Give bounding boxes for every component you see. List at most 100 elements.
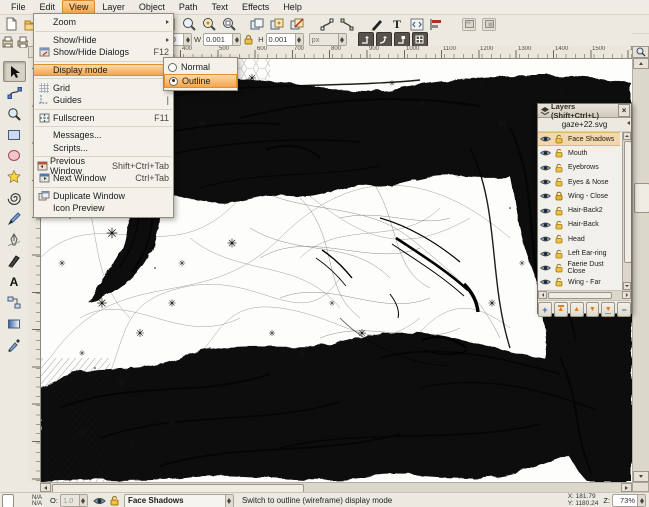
- unit-select[interactable]: px: [309, 33, 347, 46]
- menu-text[interactable]: Text: [204, 0, 235, 15]
- save-button[interactable]: [1, 35, 14, 50]
- h-field[interactable]: 0.001: [266, 33, 304, 46]
- zoom-drawing-button[interactable]: [200, 16, 218, 32]
- tool-rectangle[interactable]: [3, 124, 26, 145]
- tool-zoom[interactable]: [3, 103, 26, 124]
- scroll-left-button[interactable]: [40, 483, 51, 492]
- layer-row-face-shadows[interactable]: Face Shadows: [538, 132, 620, 146]
- lock-open-icon[interactable]: [553, 277, 564, 287]
- menu-item-duplicate-window[interactable]: Duplicate Window: [34, 190, 173, 203]
- submenu-item-normal[interactable]: Normal: [164, 60, 237, 74]
- scroll-down-button[interactable]: [633, 471, 649, 482]
- delete-layer-button[interactable]: −: [617, 302, 631, 317]
- lock-open-icon[interactable]: [553, 163, 564, 173]
- menu-item-zoom[interactable]: Zoom: [34, 16, 173, 29]
- visibility-eye-icon[interactable]: [540, 207, 551, 215]
- menu-item-grid[interactable]: Grid#: [34, 81, 173, 94]
- scroll-up-button[interactable]: [633, 58, 649, 69]
- menu-item-messages[interactable]: Messages...: [34, 129, 173, 142]
- layer-row-eyebrows[interactable]: Eyebrows: [538, 161, 622, 175]
- affect-corners-toggle[interactable]: [376, 32, 392, 47]
- menu-item-icon-preview[interactable]: Icon Preview: [34, 202, 173, 215]
- visibility-eye-icon[interactable]: [540, 278, 551, 286]
- raise-layer-button[interactable]: ▲: [570, 302, 584, 317]
- menu-item-display-mode[interactable]: Display mode: [34, 64, 173, 77]
- layers-scroll-thumb[interactable]: [624, 141, 631, 263]
- visibility-eye-icon[interactable]: [540, 135, 551, 143]
- menu-item-fullscreen[interactable]: FullscreenF11: [34, 112, 173, 125]
- menu-item-show-hide-dialogs[interactable]: Show/Hide DialogsF12: [34, 46, 173, 59]
- w-field[interactable]: 0.001: [203, 33, 241, 46]
- style-swatch[interactable]: [2, 494, 14, 507]
- menu-help[interactable]: Help: [276, 0, 309, 15]
- layers-horizontal-scrollbar[interactable]: [538, 291, 631, 301]
- raise-layer-to-top-button[interactable]: ▲: [554, 302, 568, 317]
- layer-row-left-ear-ring[interactable]: Left Ear-ring: [538, 246, 622, 260]
- menu-item-guides[interactable]: Guides|: [34, 94, 173, 107]
- layer-row-hair-back2[interactable]: Hair-Back2: [538, 203, 622, 217]
- tool-star[interactable]: [3, 166, 26, 187]
- tool-ellipse[interactable]: [3, 145, 26, 166]
- lock-open-icon[interactable]: [553, 177, 564, 187]
- tool-text[interactable]: A: [3, 271, 26, 292]
- dialog-button-1[interactable]: [462, 18, 476, 31]
- lock-ratio-icon[interactable]: [243, 34, 254, 45]
- lock-open-icon[interactable]: [553, 134, 564, 144]
- visibility-eye-icon[interactable]: [540, 235, 551, 243]
- layer-row-hair-back[interactable]: Hair-Back: [538, 218, 622, 232]
- layers-hscroll-left[interactable]: [538, 291, 547, 299]
- panel-collapse-icon[interactable]: [627, 121, 630, 125]
- visibility-eye-icon[interactable]: [540, 164, 551, 172]
- dialog-button-2[interactable]: [482, 18, 496, 31]
- layer-row-wing-far[interactable]: Wing - Far: [538, 275, 622, 289]
- align-dialog-button[interactable]: [428, 16, 446, 32]
- scroll-right-button[interactable]: [621, 483, 632, 492]
- tool-selector[interactable]: [3, 61, 26, 82]
- layer-row-faerie-dust-close[interactable]: Faerie Dust Close: [538, 261, 622, 275]
- current-layer-select[interactable]: Face Shadows: [124, 494, 234, 507]
- layer-row-wing-close[interactable]: Wing - Close: [538, 189, 622, 203]
- layers-panel-titlebar[interactable]: Layers (Shift+Ctrl+L) ×: [538, 104, 631, 118]
- lock-open-icon[interactable]: [553, 249, 564, 259]
- close-icon[interactable]: ×: [618, 104, 630, 117]
- visibility-eye-icon[interactable]: [540, 192, 551, 200]
- layers-hscroll-thumb[interactable]: [548, 292, 612, 299]
- new-layer-button[interactable]: +: [538, 302, 552, 317]
- layer-row-mouth[interactable]: Mouth: [538, 146, 622, 160]
- fill-stroke-dialog-button[interactable]: [368, 16, 386, 32]
- menu-item-show-hide[interactable]: Show/Hide: [34, 34, 173, 47]
- tool-dropper[interactable]: [3, 334, 26, 355]
- xml-editor-button[interactable]: [408, 16, 426, 32]
- new-document-button[interactable]: [2, 16, 20, 32]
- submenu-item-outline[interactable]: Outline: [164, 74, 237, 88]
- horizontal-scrollbar[interactable]: [40, 482, 632, 492]
- menu-item-scripts[interactable]: Scripts...: [34, 142, 173, 155]
- layers-scroll-up[interactable]: [623, 132, 631, 140]
- layer-row-head[interactable]: Head: [538, 232, 622, 246]
- menu-item-previous-window[interactable]: Previous WindowShift+Ctrl+Tab: [34, 159, 173, 172]
- menu-path[interactable]: Path: [172, 0, 205, 15]
- visibility-eye-icon[interactable]: [540, 221, 551, 229]
- tool-pencil[interactable]: [3, 208, 26, 229]
- menu-item-next-window[interactable]: Next WindowCtrl+Tab: [34, 172, 173, 185]
- layer-lock-icon[interactable]: [109, 495, 120, 506]
- lock-open-icon[interactable]: [553, 148, 564, 158]
- lock-open-icon[interactable]: [553, 206, 564, 216]
- layers-scroll-down[interactable]: [623, 282, 631, 290]
- lock-open-icon[interactable]: [553, 234, 564, 244]
- affect-gradient-toggle[interactable]: [394, 32, 410, 47]
- visibility-eye-icon[interactable]: [540, 250, 551, 258]
- lock-open-icon[interactable]: [553, 220, 564, 230]
- zoom-corner-button[interactable]: [632, 46, 649, 58]
- export-button[interactable]: [338, 16, 356, 32]
- zoom-field[interactable]: 73%: [612, 494, 646, 507]
- zoom-selection-button[interactable]: [180, 16, 198, 32]
- tool-gradient[interactable]: [3, 313, 26, 334]
- lock-open-icon[interactable]: [553, 263, 564, 273]
- layers-hscroll-right[interactable]: [622, 291, 631, 299]
- layers-list-scrollbar[interactable]: [622, 132, 631, 290]
- vertical-scroll-thumb[interactable]: [634, 183, 649, 213]
- layer-row-eyes-nose[interactable]: Eyes & Nose: [538, 175, 622, 189]
- tool-bezier-pen[interactable]: [3, 229, 26, 250]
- menu-effects[interactable]: Effects: [235, 0, 276, 15]
